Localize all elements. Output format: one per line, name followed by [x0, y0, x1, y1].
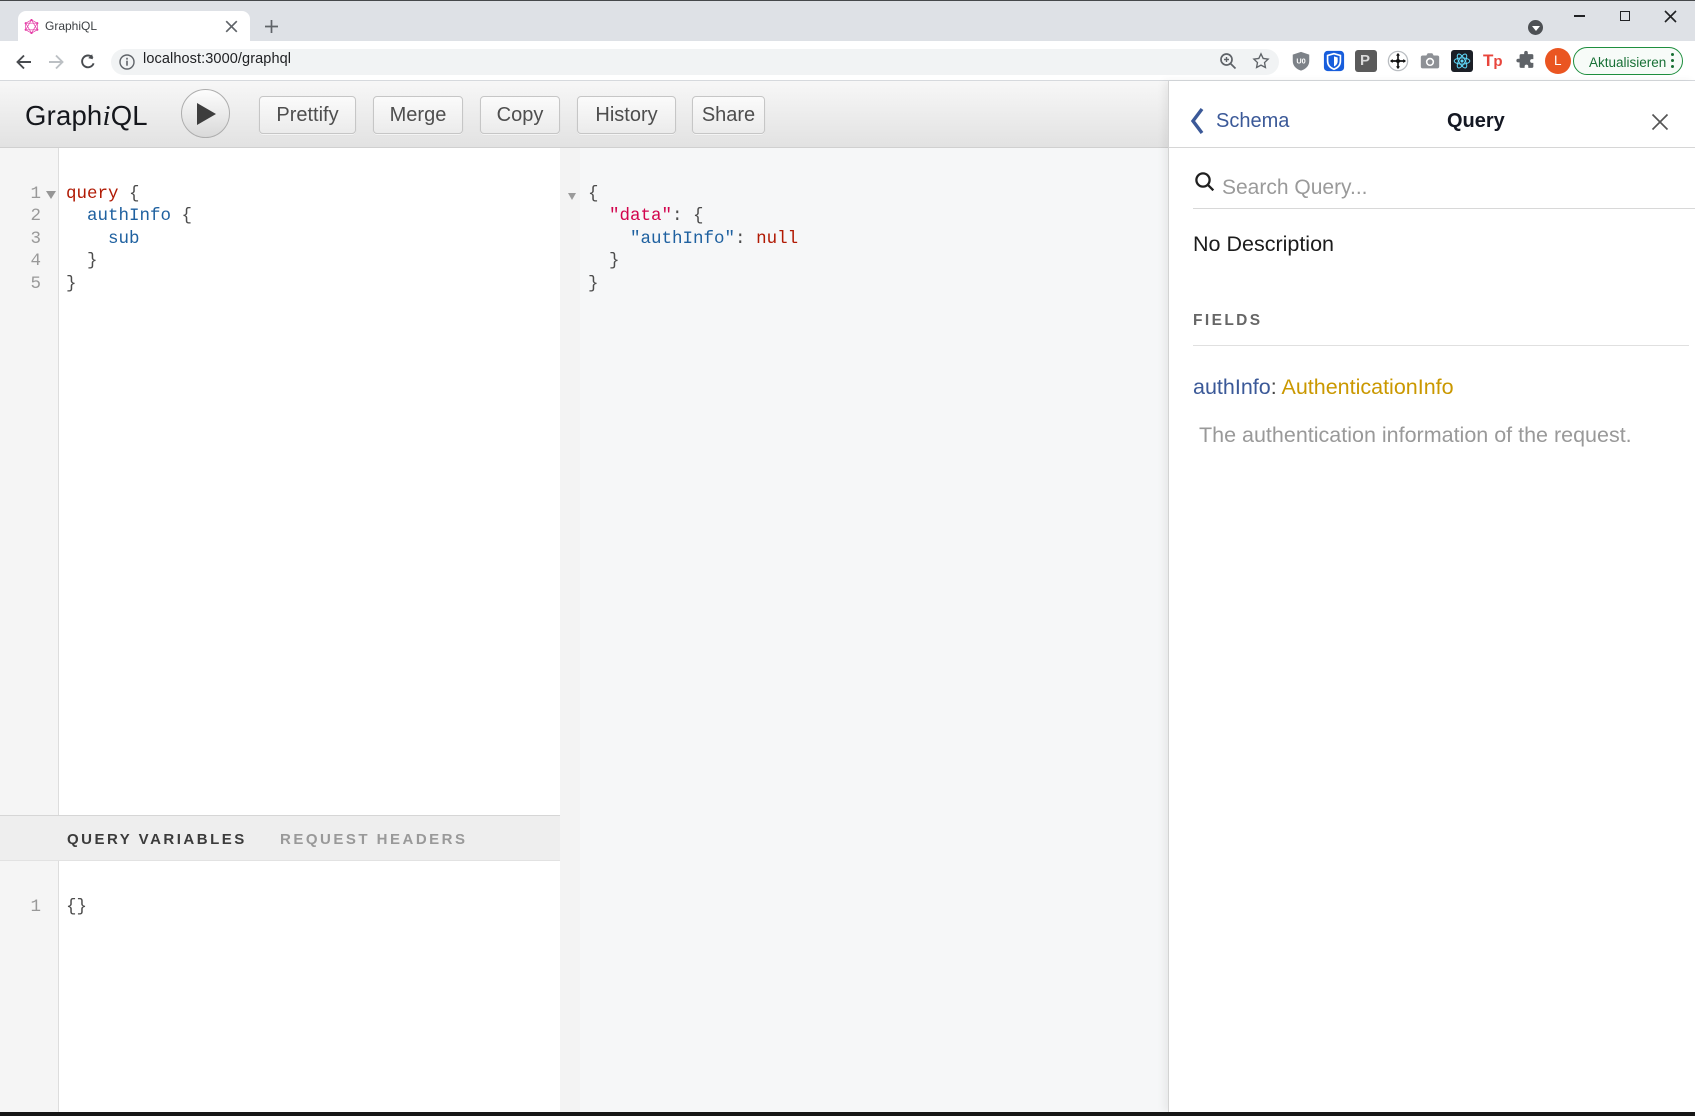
svg-text:U0: U0 [1296, 56, 1305, 65]
